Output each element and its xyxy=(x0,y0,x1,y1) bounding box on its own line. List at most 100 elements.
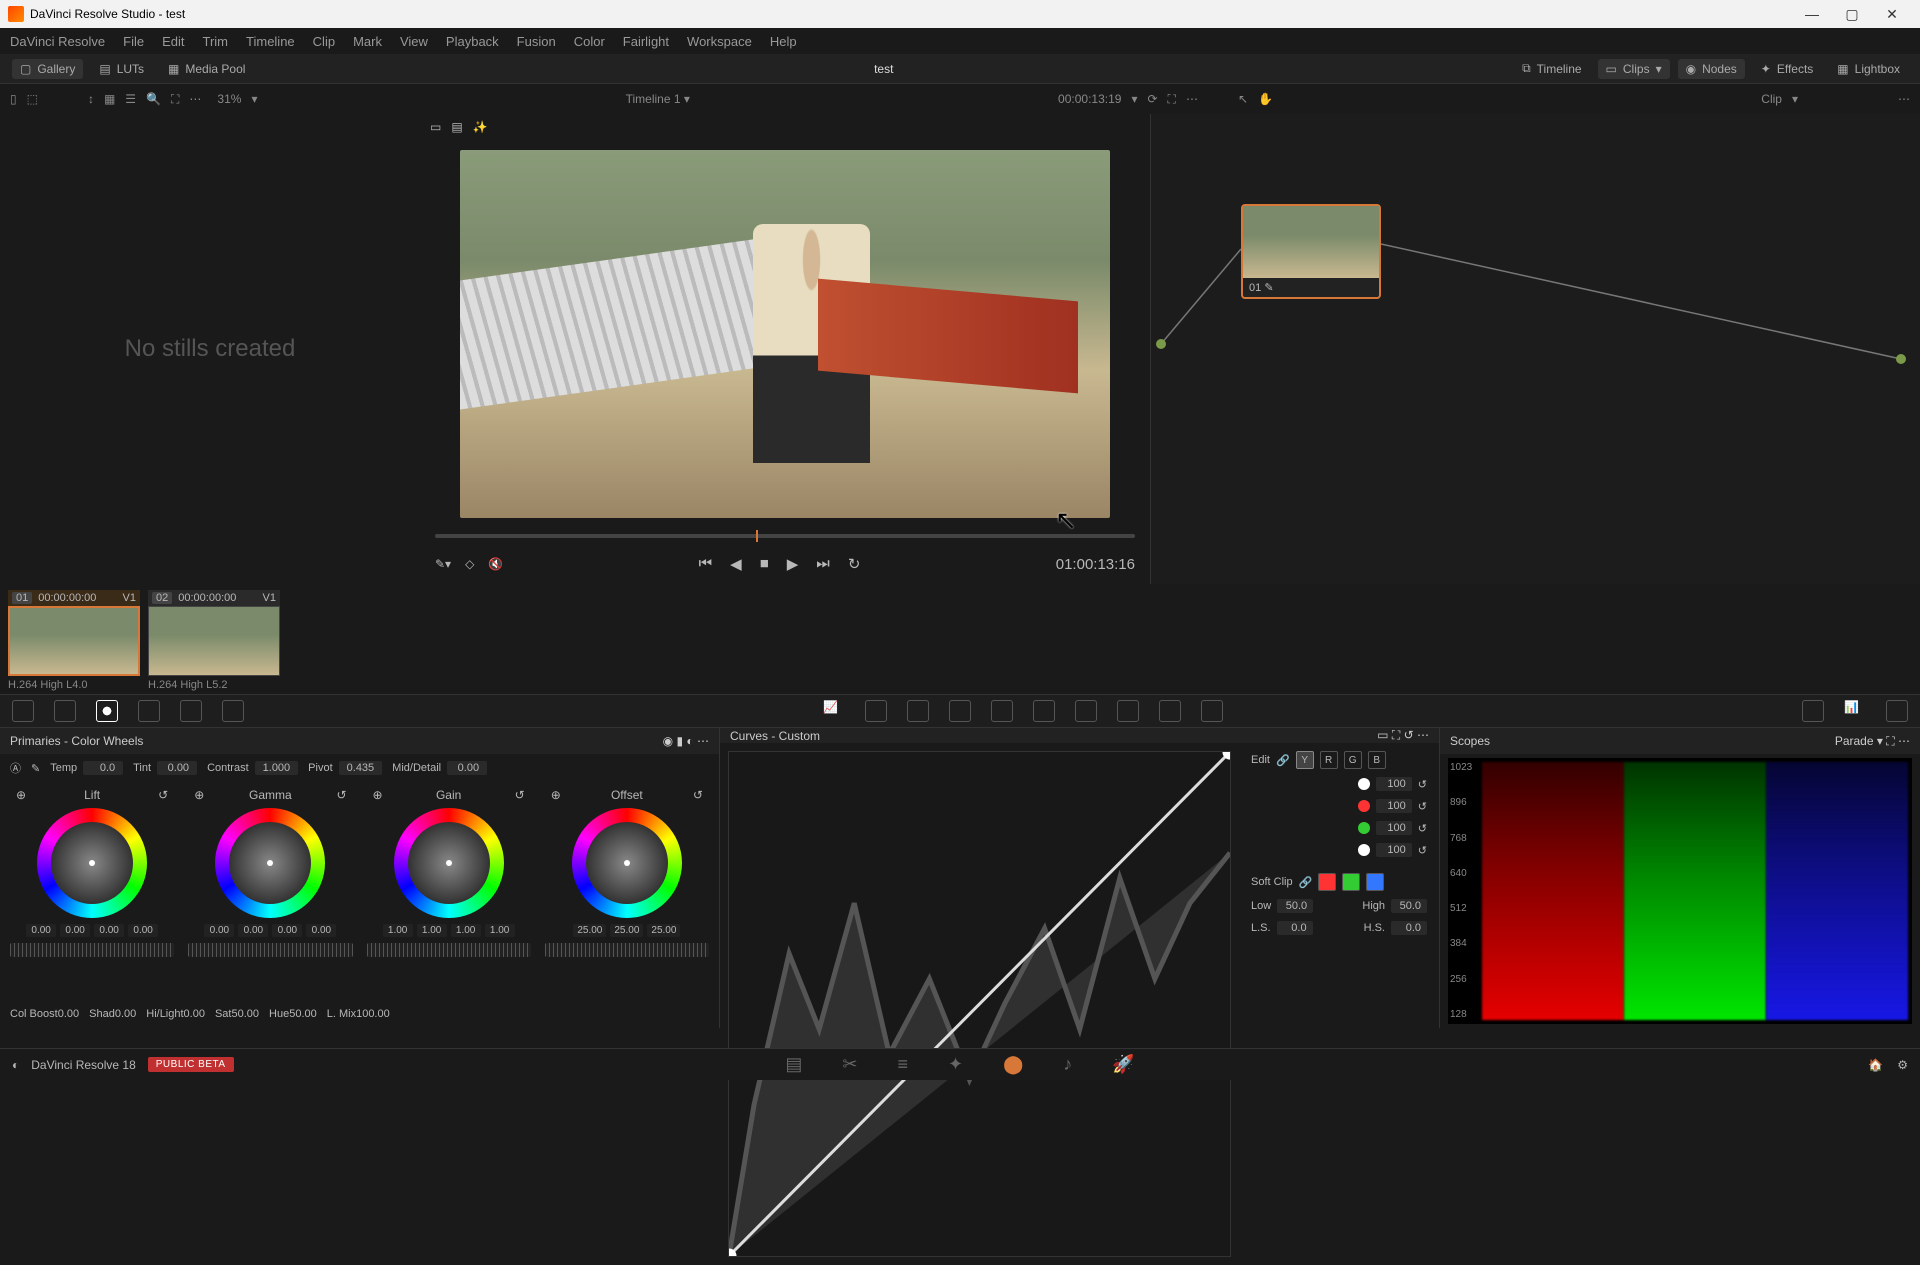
wheels-mode-icon[interactable]: ◉ xyxy=(663,734,673,748)
offset-wheel[interactable] xyxy=(572,808,682,918)
minimize-button[interactable]: — xyxy=(1792,0,1832,28)
sat-value[interactable]: 50.00 xyxy=(231,1008,259,1020)
node-mode[interactable]: Clip xyxy=(1761,92,1782,106)
shad-value[interactable]: 0.00 xyxy=(115,1008,136,1020)
chevron-down-icon[interactable]: ▾ xyxy=(1877,734,1883,748)
sort-icon[interactable]: ↕ xyxy=(88,92,94,106)
edit-page-icon[interactable]: ≡ xyxy=(897,1054,908,1075)
stop-button[interactable]: ■ xyxy=(760,555,769,573)
more-icon[interactable]: ⋯ xyxy=(1417,728,1429,742)
temp-value[interactable]: 0.0 xyxy=(83,761,123,775)
color-picker-icon[interactable]: ✎▾ xyxy=(435,557,451,571)
curve-mode-icon[interactable]: ▭ xyxy=(1377,728,1388,742)
lift-dial[interactable] xyxy=(10,943,174,957)
menu-fairlight[interactable]: Fairlight xyxy=(623,34,669,49)
wheel-reset-icon[interactable]: ↺ xyxy=(693,788,703,802)
reset-icon[interactable]: ↺ xyxy=(1418,778,1427,791)
middetail-value[interactable]: 0.00 xyxy=(447,761,487,775)
reset-icon[interactable]: ↺ xyxy=(1418,800,1427,813)
hand-icon[interactable]: ✋ xyxy=(1258,92,1273,106)
blue-intensity[interactable]: 100 xyxy=(1376,843,1412,857)
search-icon[interactable]: 🔍 xyxy=(146,92,161,106)
media-pool-toggle[interactable]: ▦Media Pool xyxy=(160,59,253,79)
info-icon[interactable] xyxy=(1886,700,1908,722)
pointer-icon[interactable]: ↖ xyxy=(1238,92,1248,106)
record-timecode[interactable]: 00:00:13:19 xyxy=(1058,92,1121,106)
auto-balance-icon[interactable]: Ⓐ xyxy=(10,760,21,776)
hilight-value[interactable]: 0.00 xyxy=(184,1008,205,1020)
menu-edit[interactable]: Edit xyxy=(162,34,184,49)
window-icon[interactable] xyxy=(949,700,971,722)
menu-workspace[interactable]: Workspace xyxy=(687,34,752,49)
colboost-value[interactable]: 0.00 xyxy=(58,1008,79,1020)
split-icon[interactable]: ▯ xyxy=(10,92,17,106)
edit-b[interactable]: B xyxy=(1368,751,1386,769)
magic-icon[interactable]: ✨ xyxy=(473,120,488,134)
red-intensity[interactable]: 100 xyxy=(1376,799,1412,813)
lift-wheel[interactable] xyxy=(37,808,147,918)
hdr-icon[interactable] xyxy=(138,700,160,722)
wheel-reset-icon[interactable]: ↺ xyxy=(515,788,525,802)
media-page-icon[interactable]: ▤ xyxy=(785,1054,802,1075)
curves-icon[interactable]: 📈 xyxy=(823,700,845,722)
effects-toggle[interactable]: ✦Effects xyxy=(1753,59,1822,79)
first-frame-button[interactable]: ⏮ xyxy=(699,555,713,573)
menu-view[interactable]: View xyxy=(400,34,428,49)
softclip-r[interactable] xyxy=(1318,873,1336,891)
menu-trim[interactable]: Trim xyxy=(203,34,229,49)
lum-intensity[interactable]: 100 xyxy=(1376,777,1412,791)
list-icon[interactable]: ☰ xyxy=(125,92,136,106)
low-value[interactable]: 50.0 xyxy=(1277,899,1313,913)
wheel-reset-icon[interactable]: ↺ xyxy=(336,788,346,802)
qualifier-icon[interactable] xyxy=(907,700,929,722)
luts-toggle[interactable]: ▤LUTs xyxy=(91,59,152,79)
maximize-button[interactable]: ▢ xyxy=(1832,0,1872,28)
split-wipe-icon[interactable]: ▤ xyxy=(451,120,462,134)
wheel-reset-icon[interactable]: ↺ xyxy=(158,788,168,802)
reset-icon[interactable]: ↺ xyxy=(1418,822,1427,835)
link-icon[interactable]: 🔗 xyxy=(1276,754,1290,767)
fusion-page-icon[interactable]: ✦ xyxy=(948,1054,963,1075)
menu-playback[interactable]: Playback xyxy=(446,34,499,49)
timeline-name[interactable]: Timeline 1 xyxy=(626,92,681,106)
lightbox-toggle[interactable]: ▦Lightbox xyxy=(1829,59,1908,79)
pivot-value[interactable]: 0.435 xyxy=(339,761,383,775)
mute-icon[interactable]: 🔇 xyxy=(488,557,503,571)
scrubber[interactable] xyxy=(420,528,1150,544)
clip-thumbnail[interactable]: 0100:00:00:00V1H.264 High L4.0 xyxy=(8,590,140,688)
3d-icon[interactable] xyxy=(1201,700,1223,722)
gain-wheel[interactable] xyxy=(394,808,504,918)
clips-toggle[interactable]: ▭Clips ▾ xyxy=(1598,59,1670,79)
gain-dial[interactable] xyxy=(367,943,531,957)
primaries-icon[interactable] xyxy=(96,700,118,722)
contrast-value[interactable]: 1.000 xyxy=(255,761,299,775)
expand-viewer-icon[interactable]: ⛶ xyxy=(1168,92,1176,107)
bars-mode-icon[interactable]: ▮ xyxy=(676,734,683,748)
wheel-picker-icon[interactable]: ⊕ xyxy=(373,788,383,802)
more-icon[interactable]: ⋯ xyxy=(1898,92,1910,106)
fairlight-page-icon[interactable]: ♪ xyxy=(1063,1054,1072,1075)
node-editor[interactable]: 01 ✎ xyxy=(1150,114,1920,584)
viewer-timecode[interactable]: 01:00:13:16 xyxy=(1056,556,1135,573)
softclip-g[interactable] xyxy=(1342,873,1360,891)
color-match-icon[interactable] xyxy=(54,700,76,722)
blur-icon[interactable] xyxy=(1075,700,1097,722)
loop-button[interactable]: ↻ xyxy=(848,555,861,573)
viewport[interactable] xyxy=(420,140,1150,528)
unmix-icon[interactable]: ◇ xyxy=(465,557,474,571)
offset-dial[interactable] xyxy=(545,943,709,957)
more-icon[interactable]: ⋯ xyxy=(1898,734,1910,748)
menu-timeline[interactable]: Timeline xyxy=(246,34,295,49)
nodes-toggle[interactable]: ◉Nodes xyxy=(1678,59,1745,79)
home-icon[interactable]: 🏠 xyxy=(1868,1058,1883,1072)
sizing-icon[interactable] xyxy=(1159,700,1181,722)
curve-graph[interactable] xyxy=(728,751,1231,1257)
cut-page-icon[interactable]: ✂ xyxy=(842,1054,857,1075)
prev-button[interactable]: ◀ xyxy=(730,555,742,573)
scopes-tab-icon[interactable]: 📊 xyxy=(1844,700,1866,722)
last-frame-button[interactable]: ⏭ xyxy=(816,555,830,573)
chevron-down-icon[interactable]: ▾ xyxy=(684,92,690,106)
high-value[interactable]: 50.0 xyxy=(1391,899,1427,913)
play-button[interactable]: ▶ xyxy=(787,555,799,573)
grid-icon[interactable]: ▦ xyxy=(104,92,115,106)
